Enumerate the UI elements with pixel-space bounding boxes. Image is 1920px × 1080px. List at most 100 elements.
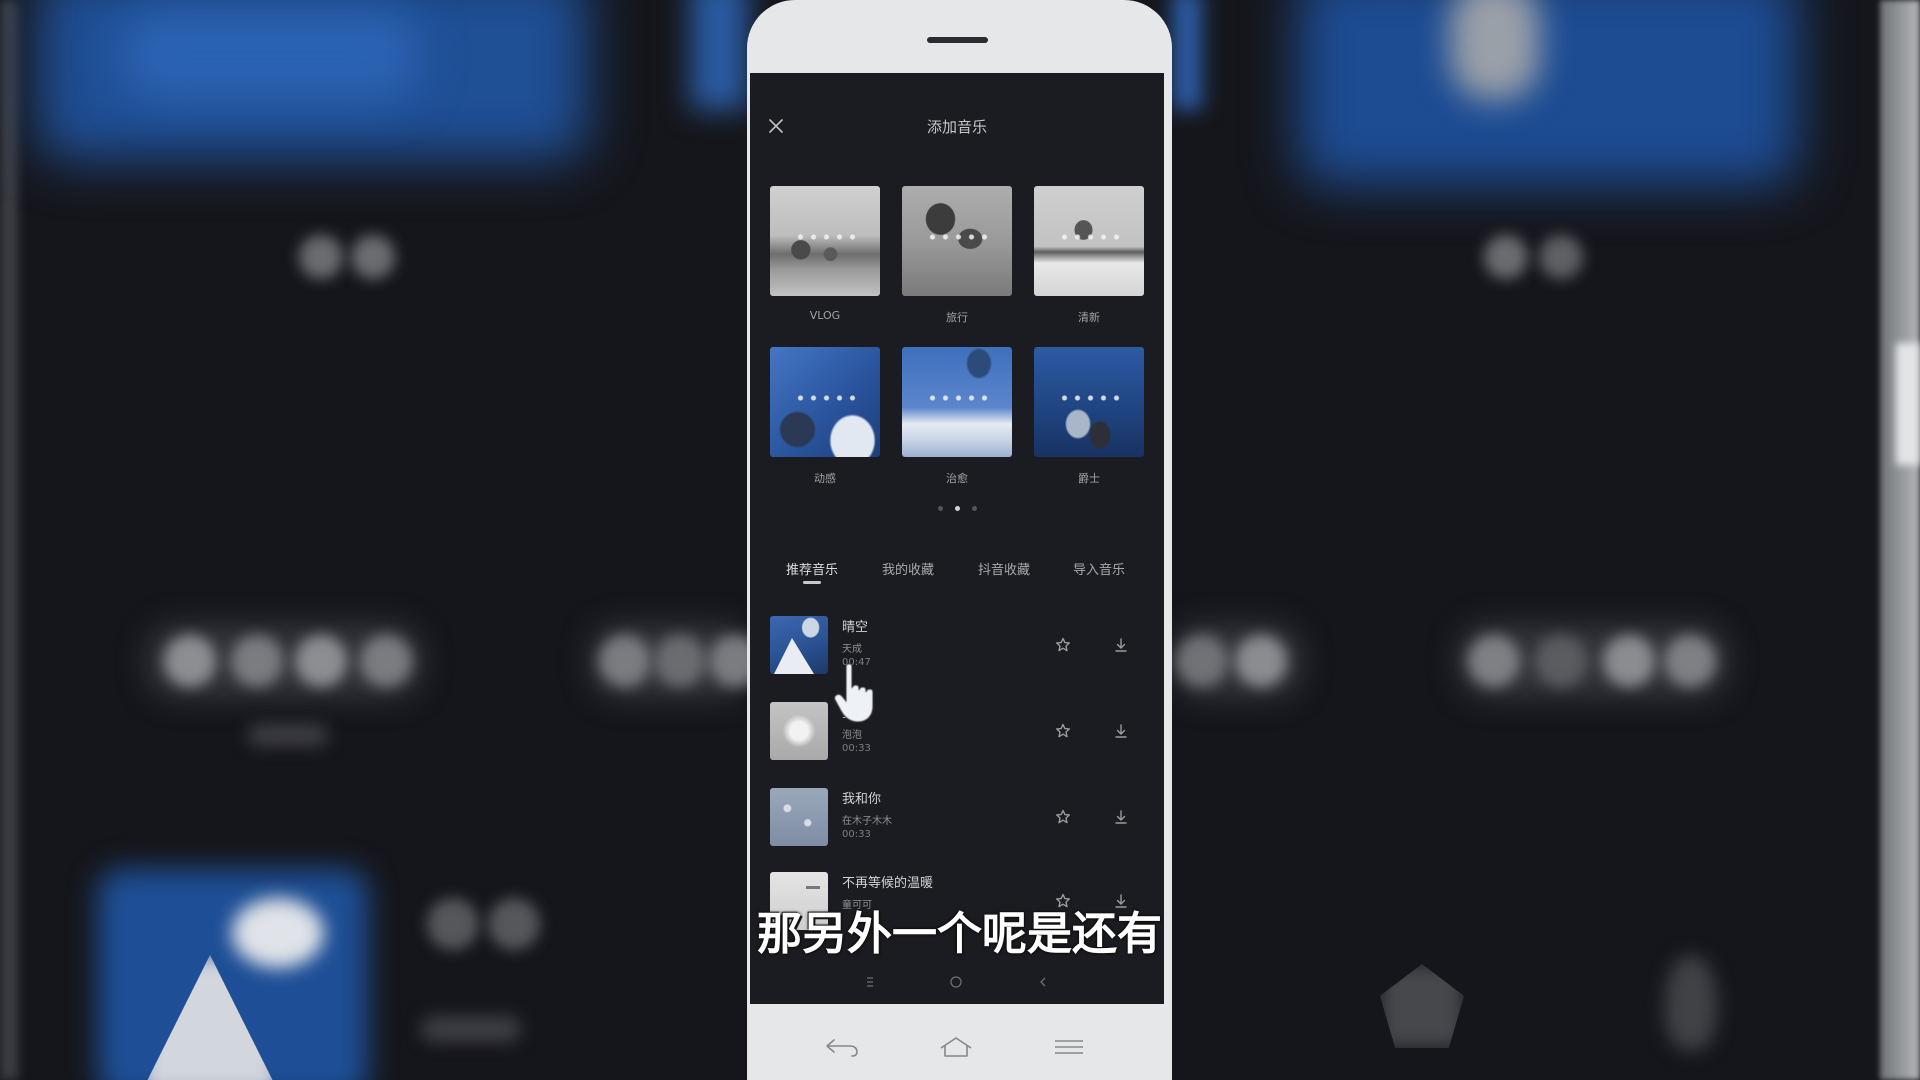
background-blur-shape — [1298, 0, 1798, 185]
tab-import-music[interactable]: 导入音乐 — [1051, 559, 1147, 585]
song-cover — [770, 702, 828, 760]
category-card[interactable]: 动感 — [770, 347, 880, 508]
category-label: 爵士 — [1078, 472, 1100, 485]
tab-my-favorites[interactable]: 我的收藏 — [860, 559, 956, 585]
background-blur-shape — [427, 898, 479, 950]
star-icon — [1056, 723, 1070, 738]
background-blur-shape — [1539, 235, 1583, 279]
download-button[interactable] — [1111, 807, 1131, 827]
favorite-button[interactable] — [1053, 807, 1073, 827]
music-category-grid: VLOG 旅行 清新 动感 治愈 爵士 — [770, 186, 1144, 508]
song-artist: 在木子木木 — [842, 816, 892, 827]
song-cover — [770, 788, 828, 846]
thumbnail-caption-mark — [794, 394, 856, 402]
song-row[interactable]: 星星 泡泡 00:33 — [770, 702, 1144, 760]
download-icon — [1115, 724, 1127, 738]
cover-art-shape — [806, 886, 820, 889]
page-title: 添加音乐 — [926, 118, 987, 136]
background-blur-shape — [1380, 964, 1464, 1048]
background-blur-shape — [295, 635, 347, 687]
cover-art-shape — [774, 638, 814, 674]
phone-home-key[interactable] — [938, 1033, 974, 1061]
back-icon — [1040, 977, 1046, 987]
recent-apps-button[interactable] — [858, 970, 882, 994]
screen-navigation-bar — [750, 970, 1164, 994]
song-row[interactable]: 晴空 天成 00:47 — [770, 616, 1144, 674]
background-blur-shape — [1896, 343, 1920, 465]
home-button[interactable] — [944, 970, 968, 994]
page-indicator — [750, 506, 1164, 511]
category-card[interactable]: 清新 — [1034, 186, 1144, 347]
background-blur-shape — [690, 0, 748, 110]
add-music-screen: 添加音乐 VLOG 旅行 清新 动感 治愈 爵士 推荐音乐 我的收藏 抖音收藏 … — [750, 73, 1164, 1004]
category-card[interactable]: 治愈 — [902, 347, 1012, 508]
background-blur-shape — [421, 1016, 521, 1042]
background-blur-shape — [1172, 0, 1202, 110]
hamburger-icon — [1055, 1040, 1083, 1054]
category-label: 清新 — [1078, 311, 1100, 324]
category-card[interactable]: 旅行 — [902, 186, 1012, 347]
background-blur-shape — [360, 635, 412, 687]
download-button[interactable] — [1111, 721, 1131, 741]
background-blur-shape — [488, 898, 540, 950]
star-icon — [1056, 637, 1070, 652]
download-icon — [1115, 810, 1127, 824]
background-blur-shape — [1603, 635, 1655, 687]
thumbnail-caption-mark — [926, 233, 988, 241]
category-label: 动感 — [814, 472, 836, 485]
thumbnail-caption-mark — [794, 233, 856, 241]
menu-icon — [867, 977, 873, 987]
background-blur-shape — [1484, 235, 1528, 279]
song-artist: 泡泡 — [842, 730, 862, 741]
thumbnail-caption-mark — [1058, 233, 1120, 241]
house-icon — [940, 1037, 972, 1057]
tab-douyin-favorites[interactable]: 抖音收藏 — [956, 559, 1052, 585]
phone-menu-key[interactable] — [1051, 1037, 1087, 1057]
category-card[interactable]: VLOG — [770, 186, 880, 347]
background-blur-shape — [248, 724, 328, 746]
page-indicator-dot[interactable] — [954, 506, 960, 511]
hand-pointer-cursor — [832, 662, 884, 724]
tab-recommended[interactable]: 推荐音乐 — [764, 559, 860, 585]
song-cover — [770, 616, 828, 674]
background-blur-shape — [231, 635, 283, 687]
background-blur-shape — [351, 235, 395, 279]
active-tab-underline — [803, 581, 821, 584]
favorite-button[interactable] — [1053, 635, 1073, 655]
download-icon — [1115, 638, 1127, 652]
category-thumbnail — [770, 347, 880, 457]
category-card[interactable]: 爵士 — [1034, 347, 1144, 508]
background-blur-shape — [1468, 635, 1520, 687]
category-label: VLOG — [809, 309, 841, 322]
hand-pointer-icon — [834, 663, 874, 723]
background-blur-shape — [164, 635, 216, 687]
back-button[interactable] — [1031, 970, 1055, 994]
thumbnail-caption-mark — [926, 394, 988, 402]
background-blur-shape — [1535, 635, 1587, 687]
tab-label: 抖音收藏 — [977, 563, 1030, 578]
song-row[interactable]: 我和你 在木子木木 00:33 — [770, 788, 1144, 846]
category-thumbnail — [1034, 347, 1144, 457]
background-blur-shape — [1235, 635, 1287, 687]
category-thumbnail — [1034, 186, 1144, 296]
thumbnail-caption-mark — [1058, 394, 1120, 402]
background-blur-shape — [599, 635, 651, 687]
download-button[interactable] — [1111, 635, 1131, 655]
background-blur-shape — [120, 10, 420, 100]
song-duration: 00:33 — [842, 829, 871, 840]
background-blur-shape — [654, 635, 706, 687]
background-blur-shape — [0, 0, 18, 1080]
video-frame: 添加音乐 VLOG 旅行 清新 动感 治愈 爵士 推荐音乐 我的收藏 抖音收藏 … — [0, 0, 1920, 1080]
star-icon — [1056, 809, 1070, 824]
song-artist: 天成 — [842, 644, 862, 655]
favorite-button[interactable] — [1053, 721, 1073, 741]
tab-label: 我的收藏 — [881, 563, 934, 578]
page-indicator-dot[interactable] — [937, 506, 943, 511]
phone-back-key[interactable] — [822, 1034, 862, 1060]
category-thumbnail — [770, 186, 880, 296]
page-indicator-dot[interactable] — [971, 506, 977, 511]
background-blur-shape — [1450, 0, 1540, 100]
category-label: 治愈 — [946, 472, 968, 485]
home-icon — [950, 976, 962, 988]
song-title: 晴空 — [842, 620, 869, 635]
